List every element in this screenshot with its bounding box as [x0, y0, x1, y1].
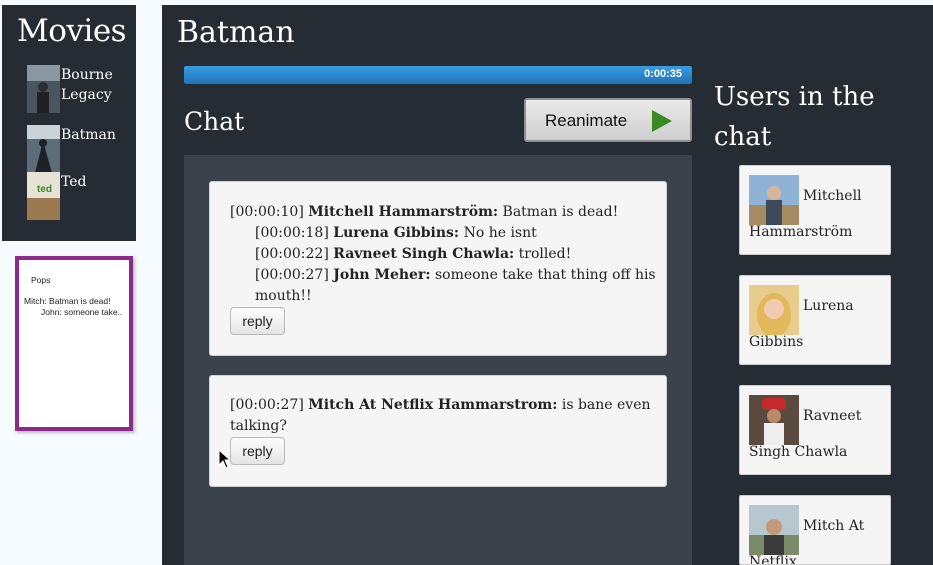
user-avatar — [749, 505, 799, 555]
pops-panel: Pops Mitch: Batman is dead! John: someon… — [15, 256, 133, 431]
pops-title: Pops — [31, 275, 51, 285]
movie-label: Batman — [61, 127, 116, 143]
progress-fill — [184, 66, 692, 84]
mouse-cursor-icon — [218, 449, 230, 469]
movie-label: Bourne Legacy — [61, 67, 113, 103]
batman-poster-icon — [27, 125, 60, 173]
user-name: Gibbins — [749, 334, 804, 350]
ted-poster-icon: ted — [27, 172, 60, 220]
chat-thread: [00:00:10] Mitchell Hammarström: Batman … — [209, 181, 667, 356]
playback-time: 0:00:35 — [644, 68, 682, 80]
pops-line: Mitch: Batman is dead! — [24, 296, 111, 306]
user-avatar — [749, 175, 799, 225]
movie-main-panel: Batman 0:00:35 Chat Reanimate [00:00:10]… — [162, 5, 933, 565]
pops-line: John: someone take.. — [41, 307, 123, 317]
reply-button[interactable]: reply — [230, 437, 285, 465]
chat-title: Chat — [184, 107, 245, 136]
page-title: Batman — [177, 15, 295, 50]
chat-reply-message: [00:00:27] John Meher: someone take that… — [255, 267, 656, 283]
sidebar-title: Movies — [17, 13, 127, 49]
reanimate-label: Reanimate — [545, 111, 628, 130]
user-card[interactable]: Mitch At Netflix — [739, 495, 891, 565]
chat-message: [00:00:10] Mitchell Hammarström: Batman … — [230, 204, 619, 220]
bourne-legacy-poster-icon — [27, 65, 60, 113]
chat-panel: [00:00:10] Mitchell Hammarström: Batman … — [184, 155, 692, 565]
chat-reply-message: [00:00:22] Ravneet Singh Chawla: trolled… — [255, 246, 572, 262]
user-name: Mitch At — [803, 518, 865, 534]
reply-button[interactable]: reply — [230, 307, 285, 335]
svg-text:ted: ted — [37, 184, 52, 195]
users-title: Users in the chat — [714, 82, 875, 152]
user-name: Mitchell — [803, 188, 862, 204]
movie-item-batman[interactable]: Batman — [27, 125, 121, 173]
user-avatar — [749, 285, 799, 335]
chat-thread: [00:00:27] Mitch At Netflix Hammarstrom:… — [209, 375, 667, 487]
movie-label: Ted — [61, 174, 87, 190]
user-card[interactable]: Lurena Gibbins — [739, 275, 891, 365]
reanimate-button[interactable]: Reanimate — [524, 98, 692, 142]
chat-reply-message: [00:00:18] Lurena Gibbins: No he isnt — [255, 225, 537, 241]
user-name: Hammarström — [749, 224, 853, 240]
chat-message-continuation: talking? — [230, 418, 287, 434]
user-avatar — [749, 395, 799, 445]
play-icon — [652, 110, 672, 132]
movie-item-bourne-legacy[interactable]: Bourne Legacy — [27, 65, 121, 113]
user-card[interactable]: Mitchell Hammarström — [739, 165, 891, 255]
user-name: Lurena — [803, 298, 854, 314]
user-name: Ravneet — [803, 408, 862, 424]
user-card[interactable]: Ravneet Singh Chawla — [739, 385, 891, 475]
user-name: Singh Chawla — [749, 444, 848, 460]
movie-item-ted[interactable]: ted Ted — [27, 172, 121, 220]
user-name: Netflix — [749, 554, 797, 565]
movies-sidebar: Movies Bourne Legacy Batman ted Ted — [2, 5, 136, 241]
chat-message: [00:00:27] Mitch At Netflix Hammarstrom:… — [230, 397, 651, 413]
chat-message-continuation: mouth!! — [255, 288, 312, 304]
playback-progress-bar[interactable]: 0:00:35 — [184, 66, 692, 84]
